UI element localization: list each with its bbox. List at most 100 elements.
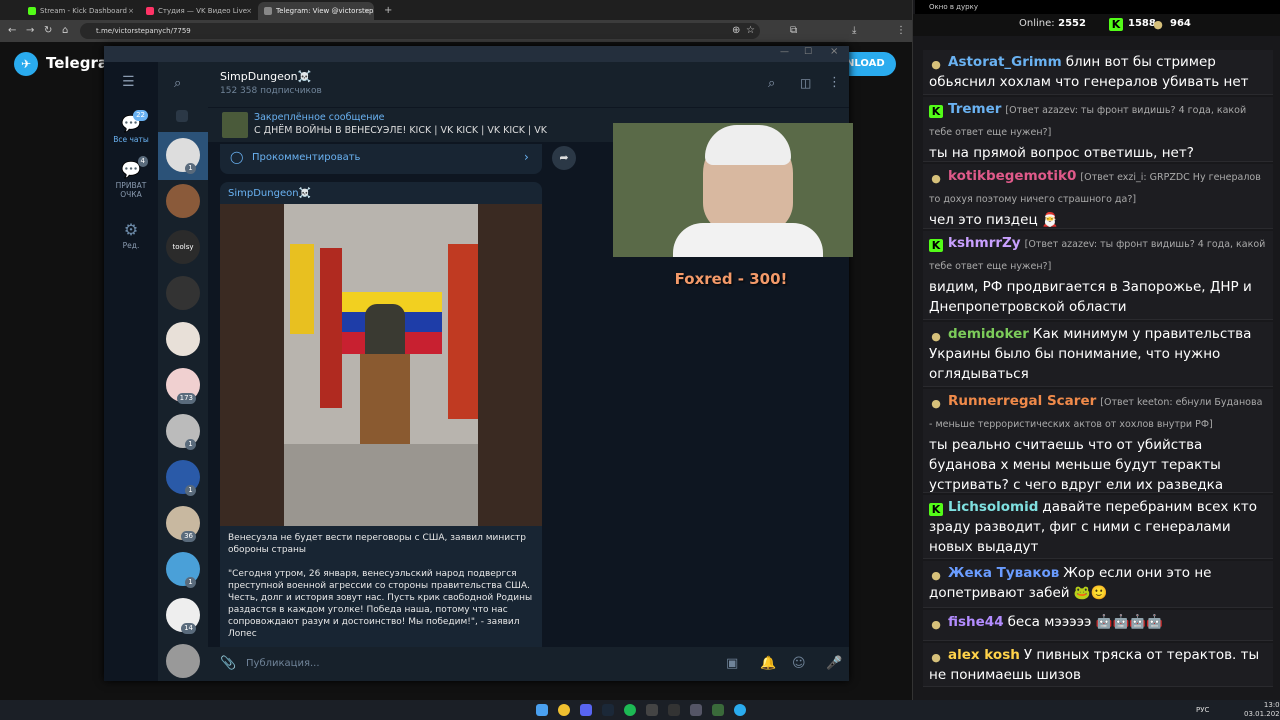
menu-icon[interactable]: ☰	[122, 74, 135, 90]
app-icon[interactable]	[712, 704, 724, 716]
chat-message: ● Astorat_Grimm блин вот бы стример обьясн…	[923, 50, 1273, 110]
reload-icon[interactable]: ↻	[44, 24, 52, 38]
pinned-title: Закреплённое сообщение	[254, 112, 385, 123]
tab-telegram[interactable]: Telegram: View @victorstepanych×	[258, 2, 374, 20]
folder-private[interactable]: 💬 4 ПРИВАТ ОЧКА	[104, 156, 158, 199]
channel-header[interactable]: SimpDungeon☠️ 152 358 подписчиков ⌕ ◫ ⋮	[208, 62, 849, 108]
emoji-icon[interactable]: ☺	[792, 656, 806, 671]
clock[interactable]: 13:0803.01.2026	[1244, 701, 1280, 719]
bell-icon[interactable]: 🔔	[760, 656, 776, 671]
kick-icon: K	[1109, 18, 1123, 31]
new-tab-button[interactable]: +	[378, 2, 392, 20]
channel-post: SimpDungeon☠️ Венесуэла не будет вести п…	[220, 182, 542, 662]
post-photo[interactable]	[220, 204, 542, 526]
home-icon[interactable]: ⌂	[62, 24, 68, 38]
flag-venezuela	[290, 244, 314, 334]
chat-avatar[interactable]	[166, 184, 200, 218]
chat-stats: Online: 2552 K 1588 ● 964	[913, 14, 1280, 36]
chat-text: ты на прямой вопрос ответишь, нет?	[929, 145, 1194, 161]
discord-icon[interactable]	[580, 704, 592, 716]
address-bar[interactable]: t.me/victorstepanych/7759	[80, 23, 760, 39]
chat-avatar[interactable]: 36	[166, 506, 200, 542]
chat-avatar[interactable]	[166, 644, 200, 678]
close-icon[interactable]: ×	[128, 2, 134, 20]
close-icon[interactable]: ×	[830, 46, 838, 57]
browser-window: Stream - Kick Dashboard × Студия — VK Вид…	[0, 0, 912, 700]
forward-icon[interactable]: →	[26, 24, 34, 38]
sidebar-toggle-icon[interactable]: ◫	[800, 76, 811, 90]
chat-window-title: Окно в дурку	[915, 0, 1280, 14]
chat-avatar[interactable]: 1	[166, 138, 200, 174]
chat-username[interactable]: Жека Туваков	[948, 565, 1059, 581]
chat-username[interactable]: kshmrrZy	[948, 235, 1021, 251]
menu-icon[interactable]: ⋮	[896, 24, 906, 38]
chat-bubble-icon: 💬	[121, 114, 141, 133]
bookmark-icon[interactable]: ☆	[746, 24, 755, 38]
more-icon[interactable]: ⋮	[828, 75, 841, 90]
webcam-shirt	[673, 223, 823, 257]
obs-icon[interactable]	[646, 704, 658, 716]
chat-avatar[interactable]: 173	[166, 368, 200, 404]
chat-avatar[interactable]: 14	[166, 598, 200, 634]
chat-avatar[interactable]: toolsy	[166, 230, 200, 264]
maximize-icon[interactable]: ☐	[804, 47, 812, 57]
chat-message: ● Runnerregal Scarer [Ответ keeton: ебнули…	[923, 389, 1273, 513]
comment-button[interactable]: ◯ Прокомментировать ›	[220, 144, 542, 174]
chrome-icon[interactable]	[558, 704, 570, 716]
post-author: SimpDungeon☠️	[228, 188, 311, 199]
vk-icon: ●	[931, 569, 941, 582]
microphone-icon[interactable]: 🎤	[826, 656, 842, 671]
minimize-icon[interactable]: —	[780, 47, 789, 57]
chat-username[interactable]: Runnerregal Scarer	[948, 393, 1096, 409]
chat-username[interactable]: Tremer	[948, 101, 1001, 117]
share-icon[interactable]: ➦	[552, 146, 576, 170]
chat-text: чел это пиздец 🎅	[929, 212, 1059, 228]
chat-username[interactable]: Lichsolomid	[948, 499, 1038, 515]
chat-avatar[interactable]: 1	[166, 552, 200, 588]
kick-icon: K	[929, 503, 943, 516]
tab-kick-dashboard[interactable]: Stream - Kick Dashboard ×	[22, 2, 138, 20]
attach-icon[interactable]: 📎	[220, 656, 236, 671]
telegram-icon[interactable]	[734, 704, 746, 716]
unread-badge: 4	[137, 156, 148, 167]
chat-username[interactable]: alex kosh	[948, 647, 1020, 663]
vk-icon: ●	[931, 618, 941, 631]
subscriber-count: 152 358 подписчиков	[220, 86, 322, 96]
chat-avatar[interactable]: 1	[166, 414, 200, 450]
extensions-icon[interactable]: ⧉	[790, 24, 797, 38]
close-icon[interactable]: ×	[364, 2, 370, 20]
zoom-icon[interactable]: ⊕	[732, 24, 740, 38]
chat-username[interactable]: kotikbegemotik0	[948, 168, 1076, 184]
chat-avatar[interactable]	[166, 276, 200, 310]
steam-icon[interactable]	[602, 704, 614, 716]
composer: 📎 Публикация... ▣ 🔔 ☺ 🎤	[208, 647, 849, 681]
chat-avatar[interactable]: 1	[166, 460, 200, 496]
chat-avatar[interactable]	[166, 322, 200, 356]
archive-icon[interactable]	[176, 110, 188, 122]
chat-username[interactable]: fishe44	[948, 614, 1004, 630]
message-input[interactable]: Публикация...	[246, 658, 320, 669]
chat-message: ● kotikbegemotik0 [Ответ exzi_i: GRPZDC Ну…	[923, 164, 1273, 229]
app-icon[interactable]	[690, 704, 702, 716]
folder-edit[interactable]: ⚙ Ред.	[104, 220, 158, 250]
chat-username[interactable]: Astorat_Grimm	[948, 54, 1062, 70]
vk-icon	[146, 7, 154, 15]
start-icon[interactable]	[536, 704, 548, 716]
search-icon[interactable]: ⌕	[174, 76, 181, 91]
spotify-icon[interactable]	[624, 704, 636, 716]
language-indicator[interactable]: РУС	[1196, 706, 1209, 714]
back-icon[interactable]: ←	[8, 24, 16, 38]
post-text: Венесуэла не будет вести переговоры с СШ…	[228, 533, 533, 639]
folder-all-chats[interactable]: 💬 22 Все чаты	[104, 110, 158, 144]
schedule-icon[interactable]: ▣	[726, 656, 738, 671]
floor	[284, 444, 478, 526]
chat-username[interactable]: demidoker	[948, 326, 1029, 342]
vk-icon: ●	[931, 397, 941, 410]
chat-bubble-icon: 💬	[121, 160, 141, 179]
close-icon[interactable]: ×	[246, 2, 252, 20]
folder-sidebar: ☰ 💬 22 Все чаты 💬 4 ПРИВАТ ОЧКА ⚙ Ред.	[104, 62, 158, 681]
tab-vk-studio[interactable]: Студия — VK Видео Live ×	[140, 2, 256, 20]
download-icon[interactable]: ⤓	[852, 24, 856, 38]
app-icon[interactable]	[668, 704, 680, 716]
search-icon[interactable]: ⌕	[768, 76, 775, 91]
